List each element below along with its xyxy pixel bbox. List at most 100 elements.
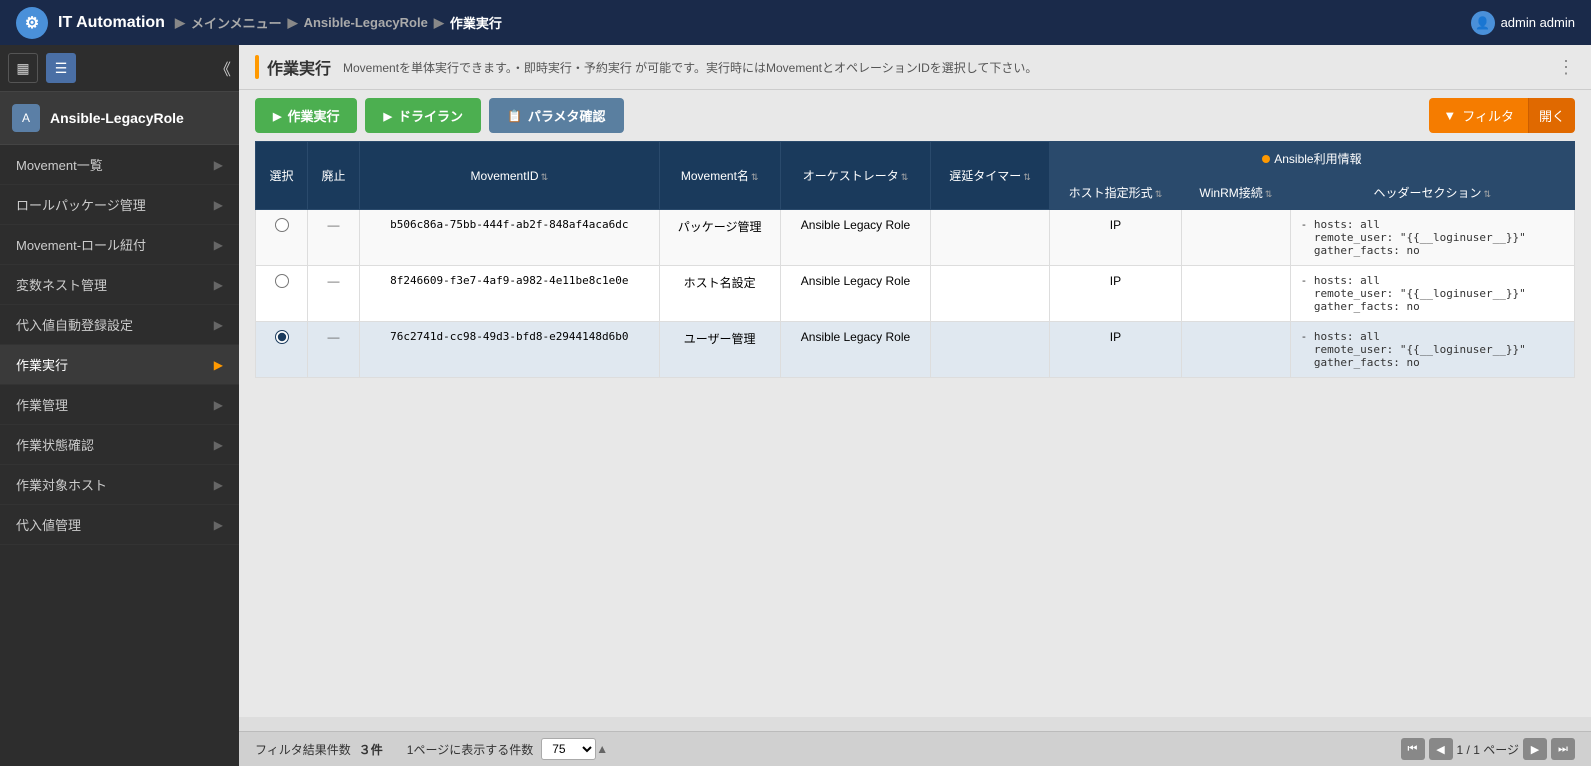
sidebar-item-0[interactable]: Movement一覧 ▶ (0, 145, 239, 185)
row-movement-id-2: 76c2741d-cc98-49d3-bfd8-e2944148d6b0 (360, 322, 660, 378)
row-winrm-0 (1182, 210, 1290, 266)
app-title: IT Automation (58, 14, 165, 32)
row-orchestrator-0: Ansible Legacy Role (780, 210, 931, 266)
table-area: 選択 廃止 MovementID⇅ Movement名⇅ オーケストレータ⇅ 遅… (239, 141, 1591, 717)
ansible-dot (1262, 155, 1270, 163)
sidebar-list-btn[interactable]: ☰ (46, 53, 76, 83)
row-delay-timer-0 (931, 210, 1049, 266)
th-movement-name[interactable]: Movement名⇅ (659, 142, 780, 210)
menu-arrow: ▶ (214, 438, 223, 452)
table-row: — 76c2741d-cc98-49d3-bfd8-e2944148d6b0 ユ… (256, 322, 1575, 378)
table-row: — b506c86a-75bb-444f-ab2f-848af4aca6dc パ… (256, 210, 1575, 266)
row-movement-id-1: 8f246609-f3e7-4af9-a982-4e11be8c1e0e (360, 266, 660, 322)
execute-button[interactable]: 作業実行 (255, 98, 357, 133)
sidebar-item-7[interactable]: 作業状態確認 ▶ (0, 425, 239, 465)
row-select-0[interactable] (256, 210, 308, 266)
sidebar-menu: Movement一覧▶ロールパッケージ管理▶Movement-ロール紐付▶変数ネ… (0, 145, 239, 766)
th-host-format[interactable]: ホスト指定形式⇅ (1049, 176, 1181, 210)
top-header: ⚙ IT Automation ▶ メインメニュー ▶ Ansible-Lega… (0, 0, 1591, 45)
sidebar-item-6[interactable]: 作業管理▶ (0, 385, 239, 425)
row-radio-0[interactable] (275, 218, 289, 232)
row-discard-1: — (308, 266, 360, 322)
horizontal-scrollbar[interactable] (239, 717, 1591, 731)
user-avatar: 👤 (1471, 11, 1495, 35)
page-header: 作業実行 Movementを単体実行できます。・即時実行・予約実行 が可能です。… (239, 45, 1591, 90)
sidebar-item-4[interactable]: 代入値自動登録設定▶ (0, 305, 239, 345)
row-host-format-0: IP (1049, 210, 1181, 266)
menu-arrow: ▶ (214, 158, 223, 172)
play-icon (273, 108, 281, 123)
user-label: admin admin (1501, 15, 1575, 30)
sidebar-grid-btn[interactable]: ▦ (8, 53, 38, 83)
per-page-chevron: ▲ (596, 742, 608, 756)
per-page-label: 1ページに表示する件数 (407, 741, 533, 758)
sidebar-item-label: 代入値管理 (16, 515, 81, 534)
row-host-format-2: IP (1049, 322, 1181, 378)
row-select-2[interactable] (256, 322, 308, 378)
app-logo: ⚙ (16, 7, 48, 39)
sidebar-item-label: ロールパッケージ管理 (16, 195, 146, 214)
page-menu-btn[interactable]: ⋮ (1557, 57, 1575, 78)
sidebar-module: A Ansible-LegacyRole (0, 92, 239, 145)
param-check-button[interactable]: 📋 パラメタ確認 (489, 98, 624, 133)
sidebar-item-2[interactable]: Movement-ロール紐付▶ (0, 225, 239, 265)
row-radio-1[interactable] (275, 274, 289, 288)
breadcrumb-item-1[interactable]: メインメニュー (191, 13, 282, 32)
menu-arrow: ▶ (214, 478, 223, 492)
filter-count: ３件 (359, 741, 383, 758)
sidebar-item-label: 変数ネスト管理 (16, 275, 107, 294)
row-movement-name-0: パッケージ管理 (659, 210, 780, 266)
row-orchestrator-2: Ansible Legacy Role (780, 322, 931, 378)
data-table: 選択 廃止 MovementID⇅ Movement名⇅ オーケストレータ⇅ 遅… (255, 141, 1575, 378)
sidebar-item-9[interactable]: 代入値管理▶ (0, 505, 239, 545)
next-page-btn[interactable]: ▶ (1523, 738, 1547, 760)
play-icon-2 (383, 108, 391, 123)
sidebar-collapse-btn[interactable]: 《 (215, 56, 231, 80)
row-header-section-0: - hosts: all remote_user: "{{__loginuser… (1290, 210, 1574, 266)
row-host-format-1: IP (1049, 266, 1181, 322)
row-select-1[interactable] (256, 266, 308, 322)
page-title: 作業実行 (267, 55, 331, 79)
breadcrumb-item-current: 作業実行 (450, 13, 502, 32)
row-header-section-1: - hosts: all remote_user: "{{__loginuser… (1290, 266, 1574, 322)
sidebar-item-3[interactable]: 変数ネスト管理 ▶ (0, 265, 239, 305)
dryrun-button[interactable]: ドライラン (365, 98, 480, 133)
row-movement-name-1: ホスト名設定 (659, 266, 780, 322)
row-discard-2: — (308, 322, 360, 378)
filter-open-button[interactable]: 開く (1528, 98, 1575, 133)
row-radio-2[interactable] (275, 330, 289, 344)
page-title-accent (255, 55, 259, 79)
th-delay-timer[interactable]: 遅延タイマー⇅ (931, 142, 1049, 210)
row-movement-name-2: ユーザー管理 (659, 322, 780, 378)
breadcrumb: ▶ メインメニュー ▶ Ansible-LegacyRole ▶ 作業実行 (175, 13, 502, 32)
sidebar-item-label: Movement一覧 (16, 155, 103, 174)
per-page-select[interactable]: 75 50 100 (541, 738, 596, 760)
th-winrm[interactable]: WinRM接続⇅ (1182, 176, 1290, 210)
table-footer: フィルタ結果件数 ３件 1ページに表示する件数 75 50 100 ▲ ⏮ ◀ … (239, 731, 1591, 766)
th-select: 選択 (256, 142, 308, 210)
module-icon: A (12, 104, 40, 132)
row-winrm-2 (1182, 322, 1290, 378)
first-page-btn[interactable]: ⏮ (1401, 738, 1425, 760)
prev-page-btn[interactable]: ◀ (1429, 738, 1453, 760)
sidebar-item-label: 代入値自動登録設定 (16, 315, 133, 334)
menu-arrow: ▶ (214, 278, 223, 292)
sidebar-item-label: 作業状態確認 (16, 435, 94, 454)
sidebar-item-8[interactable]: 作業対象ホスト ▶ (0, 465, 239, 505)
sidebar-item-label: Movement-ロール紐付 (16, 235, 146, 254)
filter-button[interactable]: ▼ フィルタ (1429, 98, 1528, 133)
sidebar-item-label: 作業対象ホスト (16, 475, 107, 494)
filter-button-group: ▼ フィルタ 開く (1429, 98, 1575, 133)
row-header-section-2: - hosts: all remote_user: "{{__loginuser… (1290, 322, 1574, 378)
row-delay-timer-2 (931, 322, 1049, 378)
th-header-section[interactable]: ヘッダーセクション⇅ (1290, 176, 1574, 210)
row-delay-timer-1 (931, 266, 1049, 322)
sidebar-item-5[interactable]: 作業実行▶ (0, 345, 239, 385)
last-page-btn[interactable]: ⏭ (1551, 738, 1575, 760)
sidebar-item-1[interactable]: ロールパッケージ管理▶ (0, 185, 239, 225)
th-orchestrator[interactable]: オーケストレータ⇅ (780, 142, 931, 210)
breadcrumb-item-2[interactable]: Ansible-LegacyRole (304, 15, 428, 30)
th-movement-id[interactable]: MovementID⇅ (360, 142, 660, 210)
filter-result-label: フィルタ結果件数 (255, 741, 351, 758)
toolbar: 作業実行 ドライラン 📋 パラメタ確認 ▼ フィルタ 開く (239, 90, 1591, 141)
